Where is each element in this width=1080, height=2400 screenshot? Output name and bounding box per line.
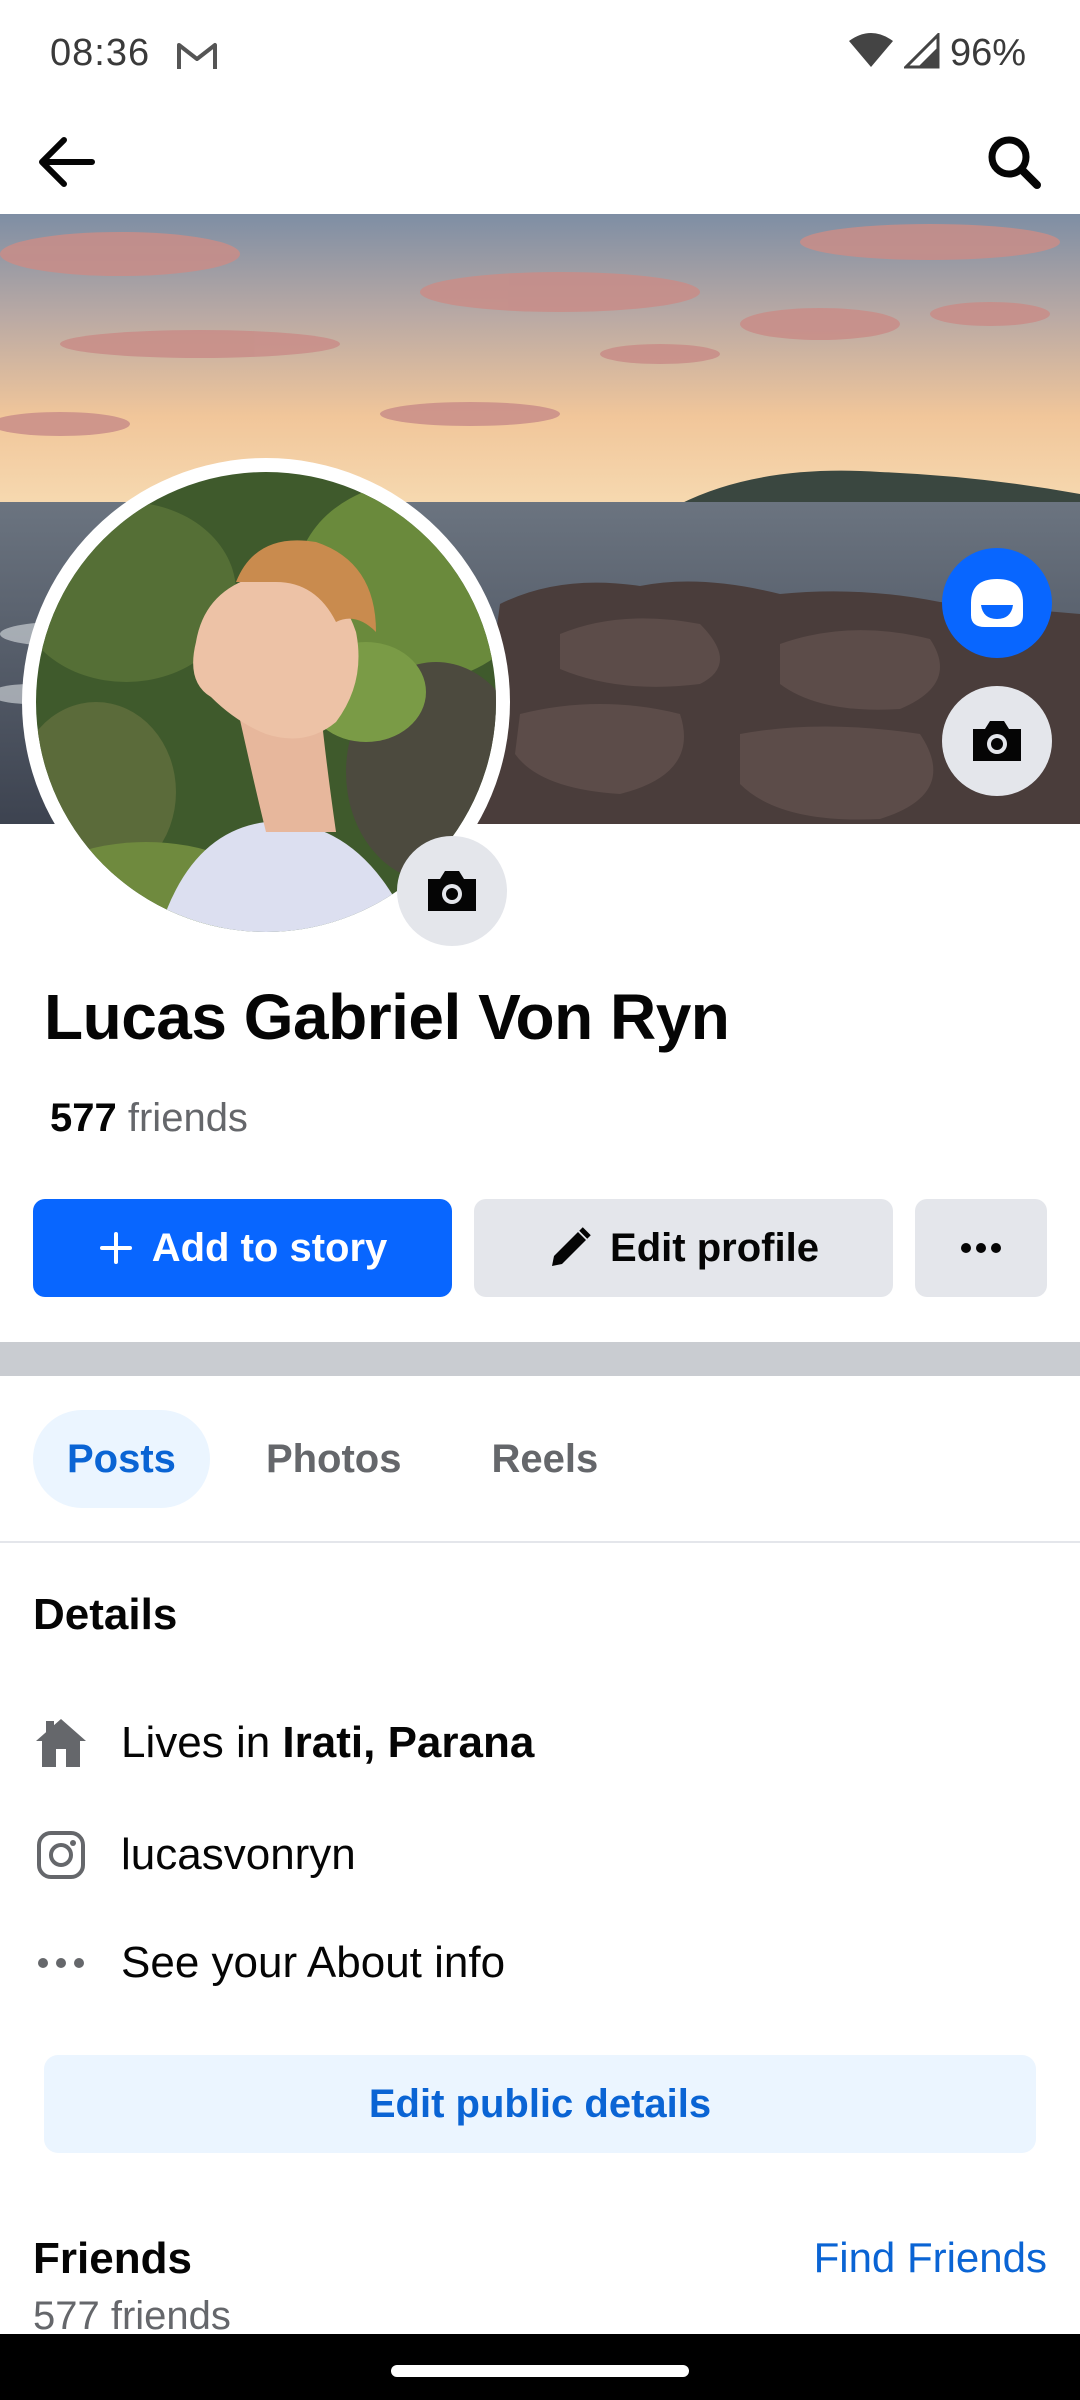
edit-profile-button[interactable]: Edit profile <box>474 1199 893 1297</box>
change-profile-picture-button[interactable] <box>397 836 507 946</box>
gmail-icon <box>176 40 218 77</box>
avatar-button[interactable] <box>942 548 1052 658</box>
tab-photos[interactable]: Photos <box>232 1410 436 1508</box>
status-time: 08:36 <box>50 32 151 74</box>
status-right: 96% <box>848 31 1026 75</box>
change-cover-photo-button[interactable] <box>942 686 1052 796</box>
back-button[interactable] <box>26 122 106 202</box>
find-friends-link[interactable]: Find Friends <box>814 2234 1047 2282</box>
tab-reels[interactable]: Reels <box>457 1410 632 1508</box>
pencil-icon <box>552 1227 591 1266</box>
top-bar <box>0 110 1080 214</box>
instagram-icon <box>33 1827 89 1883</box>
signal-icon <box>902 31 940 74</box>
details-title: Details <box>33 1590 178 1639</box>
edit-profile-label: Edit profile <box>610 1225 819 1270</box>
detail-lives-in: Lives in Irati, Parana <box>33 1708 534 1778</box>
lives-in-prefix: Lives in <box>121 1718 271 1767</box>
home-icon <box>33 1715 89 1771</box>
more-options-button[interactable] <box>915 1199 1047 1297</box>
edit-public-details-button[interactable]: Edit public details <box>44 2055 1036 2153</box>
home-gesture-handle[interactable] <box>391 2365 689 2377</box>
more-dots-icon <box>33 1935 89 1991</box>
avatar-face-icon <box>971 579 1023 627</box>
camera-icon <box>428 871 476 911</box>
search-icon <box>988 136 1041 189</box>
profile-tabs: Posts Photos Reels <box>33 1410 632 1508</box>
friends-section-count: 577 friends <box>33 2294 231 2338</box>
lives-in-place: Irati, Parana <box>282 1718 535 1767</box>
tabs-divider <box>0 1541 1080 1543</box>
detail-instagram[interactable]: lucasvonryn <box>33 1820 356 1890</box>
wifi-icon <box>848 33 894 74</box>
friends-count[interactable]: 577 friends <box>50 1096 248 1141</box>
plus-icon <box>99 1232 132 1264</box>
instagram-handle: lucasvonryn <box>121 1830 356 1879</box>
tab-posts[interactable]: Posts <box>33 1410 210 1508</box>
battery-level: 96% <box>949 32 1026 74</box>
detail-about[interactable]: See your About info <box>33 1928 505 1998</box>
add-to-story-button[interactable]: Add to story <box>33 1199 452 1297</box>
search-button[interactable] <box>974 122 1054 202</box>
friends-count-number: 577 <box>50 1096 117 1140</box>
back-arrow-icon <box>39 137 95 187</box>
friends-count-label: friends <box>127 1096 248 1140</box>
more-dots-icon <box>961 1243 1001 1253</box>
profile-name: Lucas Gabriel Von Ryn <box>44 981 730 1053</box>
friends-section-title: Friends <box>33 2234 192 2283</box>
status-bar: 08:36 96% <box>0 0 1080 110</box>
section-divider <box>0 1342 1080 1376</box>
about-info-text: See your About info <box>121 1938 506 1987</box>
profile-actions: Add to story Edit profile <box>33 1199 1047 1297</box>
add-to-story-label: Add to story <box>151 1225 388 1270</box>
camera-icon <box>973 721 1021 761</box>
lives-in-text: Lives in Irati, Parana <box>121 1718 534 1768</box>
